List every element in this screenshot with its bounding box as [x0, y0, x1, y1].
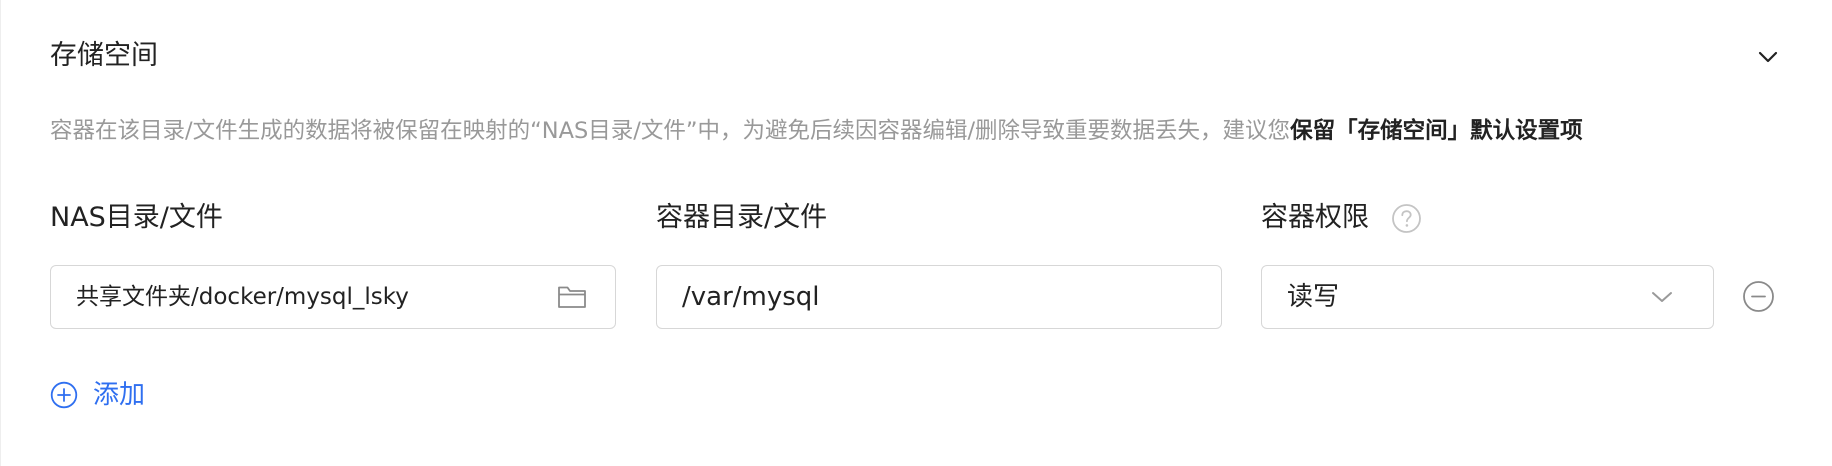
plus-circle-icon [50, 381, 78, 409]
permission-select[interactable]: 读写 [1261, 265, 1714, 329]
chevron-down-icon[interactable] [1753, 42, 1783, 72]
nas-path-value: 共享文件夹/docker/mysql_lsky [76, 284, 409, 310]
chevron-down-icon [1652, 292, 1672, 302]
container-path-value: /var/mysql [682, 282, 820, 312]
add-mapping-button[interactable]: 添加 [50, 377, 145, 413]
permission-column-label: 容器权限 [1261, 202, 1369, 233]
permission-value: 读写 [1287, 282, 1340, 312]
nas-path-field[interactable]: 共享文件夹/docker/mysql_lsky [50, 265, 616, 329]
folder-icon[interactable] [557, 283, 587, 311]
storage-hint: 容器在该目录/文件生成的数据将被保留在映射的“NAS目录/文件”中，为避免后续因… [50, 114, 1583, 148]
hint-text: 容器在该目录/文件生成的数据将被保留在映射的“NAS目录/文件”中，为避免后续因… [50, 118, 1291, 144]
minus-circle-icon[interactable] [1742, 280, 1775, 313]
container-path-input[interactable]: /var/mysql [656, 265, 1222, 329]
storage-section: 存储空间 容器在该目录/文件生成的数据将被保留在映射的“NAS目录/文件”中，为… [0, 0, 1832, 466]
container-path-column-label: 容器目录/文件 [656, 202, 828, 233]
hint-emphasis: 保留「存储空间」默认设置项 [1290, 118, 1583, 144]
section-title: 存储空间 [50, 40, 158, 71]
add-mapping-label: 添加 [93, 380, 146, 410]
question-circle-icon[interactable] [1391, 203, 1422, 234]
nas-path-column-label: NAS目录/文件 [50, 202, 223, 233]
